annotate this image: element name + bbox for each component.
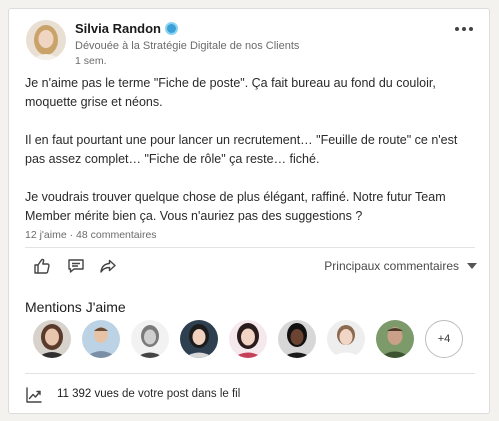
sort-comments-label: Principaux commentaires: [324, 259, 459, 273]
divider: [25, 247, 475, 248]
views-suffix: de votre post dans le fil: [118, 388, 241, 400]
author-name[interactable]: Silvia Randon: [75, 21, 161, 37]
author-avatar[interactable]: [26, 20, 66, 60]
author-headline: Dévouée à la Stratégie Digitale de nos C…: [75, 40, 300, 52]
trending-chart-icon: [25, 386, 43, 404]
likers-list: +4: [33, 320, 463, 360]
verified-badge-icon: [164, 22, 178, 35]
post-body: Je n'aime pas le terme "Fiche de poste".…: [25, 74, 480, 245]
more-likers-button[interactable]: +4: [425, 320, 463, 358]
liker-avatar[interactable]: [327, 320, 365, 358]
likes-section-title: Mentions J'aime: [25, 299, 126, 315]
post-views[interactable]: 11 392 vues de votre post dans le fil: [25, 386, 475, 406]
liker-avatar[interactable]: [33, 320, 71, 358]
liker-avatar[interactable]: [376, 320, 414, 358]
comment-icon[interactable]: [67, 257, 85, 275]
views-text: 11 392 vues de votre post dans le fil: [57, 388, 240, 400]
liker-avatar[interactable]: [82, 320, 120, 358]
liker-avatar[interactable]: [229, 320, 267, 358]
post-paragraph: Il en faut pourtant une pour lancer un r…: [25, 133, 458, 166]
post-stats[interactable]: 12 j'aime · 48 commentaires: [25, 229, 157, 241]
chevron-down-icon: [467, 263, 477, 269]
post-paragraph: Je n'aime pas le terme "Fiche de poste".…: [25, 76, 436, 109]
liker-avatar[interactable]: [278, 320, 316, 358]
more-options-icon[interactable]: [455, 23, 475, 35]
divider: [25, 373, 475, 374]
post-paragraph: Je voudrais trouver quelque chose de plu…: [25, 190, 446, 223]
liker-avatar[interactable]: [180, 320, 218, 358]
share-icon[interactable]: [99, 257, 117, 275]
action-bar: Principaux commentaires: [25, 257, 477, 279]
post-time: 1 sem.: [75, 55, 107, 67]
like-icon[interactable]: [33, 257, 51, 275]
post-card: Silvia Randon Dévouée à la Stratégie Dig…: [8, 8, 490, 414]
sort-comments-dropdown[interactable]: Principaux commentaires: [324, 259, 477, 273]
views-count: 11 392 vues: [57, 388, 119, 400]
author-info: Silvia Randon Dévouée à la Stratégie Dig…: [75, 20, 299, 68]
liker-avatar[interactable]: [131, 320, 169, 358]
